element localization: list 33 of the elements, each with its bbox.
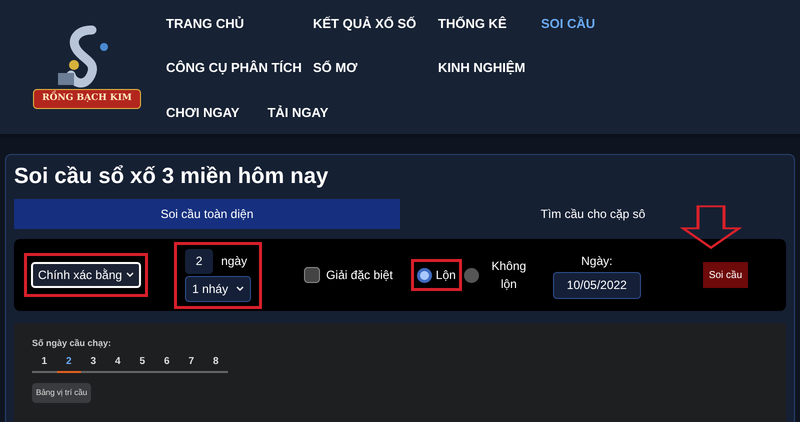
radio-label: Lộn <box>436 267 456 284</box>
day-option[interactable]: 5 <box>130 354 154 372</box>
date-label: Ngày: <box>581 252 612 270</box>
nav-link[interactable]: CÔNG CỤ PHÂN TÍCH <box>166 58 313 78</box>
run-days-label: Số ngày cầu chạy: <box>32 337 112 350</box>
day-option[interactable]: 4 <box>106 354 130 372</box>
nav-link[interactable]: TRANG CHỦ <box>166 14 313 34</box>
date-field[interactable]: 10/05/2022 <box>552 272 641 298</box>
mode-select[interactable]: Chính xác bằng <box>31 262 142 288</box>
day-option[interactable]: 8 <box>204 354 228 372</box>
day-option[interactable]: 6 <box>154 354 179 372</box>
tab[interactable]: Tìm cầu cho cặp sô <box>400 199 786 229</box>
nav-link[interactable]: CHƠI NGAY <box>166 102 240 122</box>
position-table-button[interactable]: Bảng vị trí cầu <box>32 382 92 402</box>
page-title: Soi cầu sổ xố 3 miền hôm nay <box>14 162 330 190</box>
nav-link[interactable]: SỔ MƠ <box>313 58 438 78</box>
day-option[interactable]: 2 <box>56 354 81 372</box>
checkbox-label: Giải đặc biệt <box>326 267 393 284</box>
tab[interactable]: Soi cầu toàn diện <box>14 199 400 229</box>
radio-label: Không lộn <box>490 258 528 293</box>
logo-banner: RỒNG BẠCH KIM <box>33 89 141 109</box>
submit-button[interactable]: Soi cầu <box>702 262 748 288</box>
days-unit-label: ngày <box>221 253 248 270</box>
day-option[interactable]: 7 <box>179 354 204 372</box>
day-option[interactable]: 3 <box>81 354 106 372</box>
days-input[interactable]: 2 <box>185 248 214 274</box>
day-option[interactable]: 1 <box>32 354 56 372</box>
nav-link[interactable]: TẢI NGAY <box>267 102 328 122</box>
nav-link[interactable]: KINH NGHIỆM <box>438 58 541 78</box>
nav-link[interactable]: KẾT QUẢ XỔ SỐ <box>313 14 438 34</box>
jump-select[interactable]: 1 nháy <box>185 276 252 302</box>
nav-link[interactable]: SOI CẦU <box>541 14 596 34</box>
nav-link[interactable]: THỐNG KÊ <box>438 14 541 34</box>
